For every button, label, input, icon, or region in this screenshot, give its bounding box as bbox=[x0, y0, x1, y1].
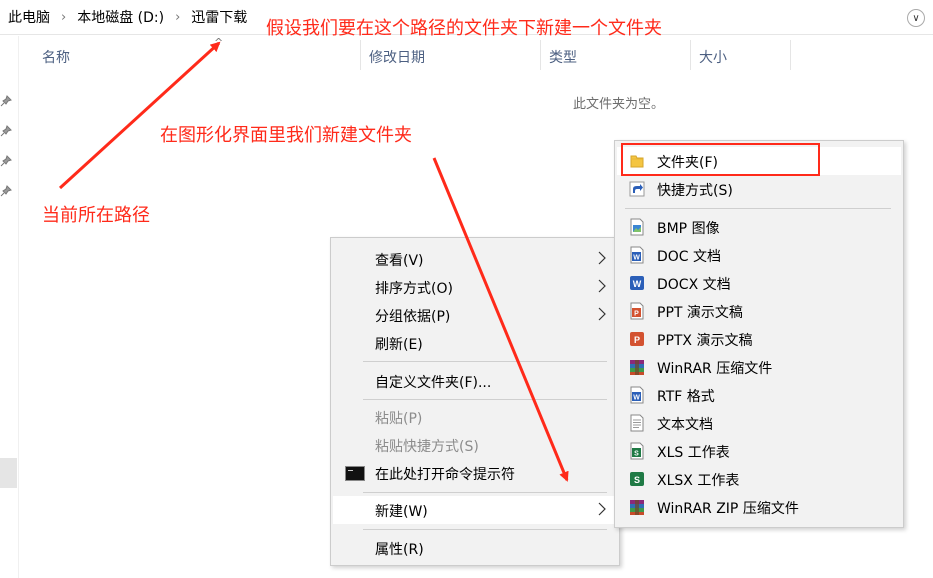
annotation-arrows bbox=[58, 41, 569, 482]
annotation-arrow-to-new bbox=[432, 157, 569, 482]
annotation-arrow-to-path bbox=[58, 41, 221, 190]
